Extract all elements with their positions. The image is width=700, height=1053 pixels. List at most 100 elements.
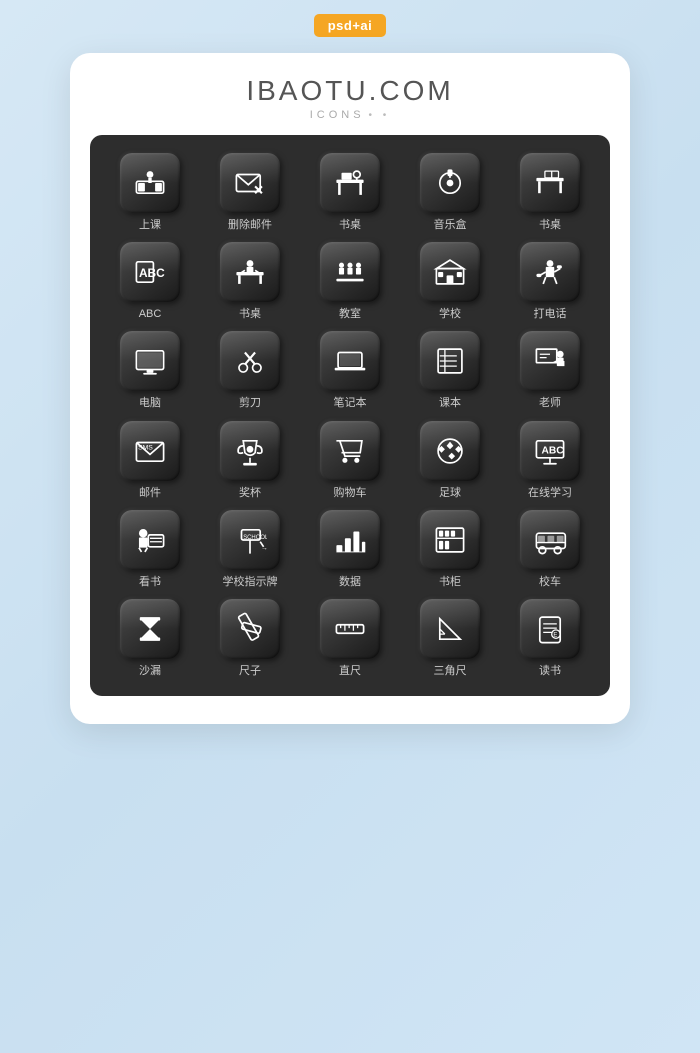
icon-item-desk3[interactable]: 书桌 xyxy=(206,242,294,321)
icon-label-soccer: 足球 xyxy=(439,487,461,500)
icon-box-ebook xyxy=(520,599,580,659)
icon-label-scissors: 剪刀 xyxy=(239,397,261,410)
icon-item-trophy[interactable]: 奖杯 xyxy=(206,421,294,500)
icon-label-sign: 学校指示牌 xyxy=(223,576,278,589)
icon-item-textbook[interactable]: 课本 xyxy=(406,331,494,410)
icon-item-delete-mail[interactable]: 删除邮件 xyxy=(206,153,294,232)
icon-label-desk3: 书桌 xyxy=(239,308,261,321)
phone-icon xyxy=(533,255,567,289)
icon-item-desk2[interactable]: 书桌 xyxy=(506,153,594,232)
icon-item-soccer[interactable]: 足球 xyxy=(406,421,494,500)
icon-item-hourglass[interactable]: 沙漏 xyxy=(106,599,194,678)
icon-box-mail xyxy=(120,421,180,481)
icon-item-classroom2[interactable]: 教室 xyxy=(306,242,394,321)
desk2-icon xyxy=(533,166,567,200)
icon-box-cart xyxy=(320,421,380,481)
icon-box-straightruler xyxy=(320,599,380,659)
icon-item-cart[interactable]: 购物车 xyxy=(306,421,394,500)
soccer-icon xyxy=(433,434,467,468)
reading-icon xyxy=(133,523,167,557)
delete-mail-icon xyxy=(233,166,267,200)
icon-item-ruler[interactable]: 尺子 xyxy=(206,599,294,678)
icon-item-scissors[interactable]: 剪刀 xyxy=(206,331,294,410)
icon-item-computer[interactable]: 电脑 xyxy=(106,331,194,410)
icon-item-school[interactable]: 学校 xyxy=(406,242,494,321)
file-type-badge: psd+ai xyxy=(314,14,387,37)
icon-item-online-study[interactable]: 在线学习 xyxy=(506,421,594,500)
icon-label-mail: 邮件 xyxy=(139,487,161,500)
icon-item-sign[interactable]: 学校指示牌 xyxy=(206,510,294,589)
icon-grid: 上课删除邮件书桌音乐盒书桌ABC书桌教室学校打电话电脑剪刀笔记本课本老师邮件奖杯… xyxy=(90,135,610,696)
icon-item-triangle-ruler[interactable]: 三角尺 xyxy=(406,599,494,678)
icon-label-bus: 校车 xyxy=(539,576,561,589)
icon-box-desk xyxy=(320,153,380,213)
desk3-icon xyxy=(233,255,267,289)
icon-item-abc[interactable]: ABC xyxy=(106,242,194,321)
icon-label-phone: 打电话 xyxy=(534,308,567,321)
icon-item-desk[interactable]: 书桌 xyxy=(306,153,394,232)
icon-box-delete-mail xyxy=(220,153,280,213)
card-subtitle: ICONS xyxy=(310,109,391,121)
school-icon xyxy=(433,255,467,289)
icon-item-data[interactable]: 数据 xyxy=(306,510,394,589)
icon-label-ebook: 读书 xyxy=(539,665,561,678)
scissors-icon xyxy=(233,344,267,378)
icon-box-classroom2 xyxy=(320,242,380,302)
icon-label-textbook: 课本 xyxy=(439,397,461,410)
hourglass-icon xyxy=(133,612,167,646)
icon-box-teacher xyxy=(520,331,580,391)
icon-item-classroom[interactable]: 上课 xyxy=(106,153,194,232)
icon-label-hourglass: 沙漏 xyxy=(139,665,161,678)
ebook-icon xyxy=(533,612,567,646)
icon-row-2: 电脑 剪刀 笔记本 课本 老师 xyxy=(100,331,600,410)
cart-icon xyxy=(333,434,367,468)
icon-item-music-box[interactable]: 音乐盒 xyxy=(406,153,494,232)
icon-box-trophy xyxy=(220,421,280,481)
icon-box-sign xyxy=(220,510,280,570)
desk-icon xyxy=(333,166,367,200)
icon-box-bus xyxy=(520,510,580,570)
main-card: IBAOTU.COM ICONS 上课删除邮件书桌音乐盒书桌ABC书桌教室学校打… xyxy=(70,53,630,724)
icon-item-phone[interactable]: 打电话 xyxy=(506,242,594,321)
trophy-icon xyxy=(233,434,267,468)
icon-box-scissors xyxy=(220,331,280,391)
icon-item-reading[interactable]: 看书 xyxy=(106,510,194,589)
triangle-ruler-icon xyxy=(433,612,467,646)
icon-box-bookshelf xyxy=(420,510,480,570)
icon-label-desk: 书桌 xyxy=(339,219,361,232)
icon-item-mail[interactable]: 邮件 xyxy=(106,421,194,500)
icon-item-bookshelf[interactable]: 书柜 xyxy=(406,510,494,589)
icon-label-teacher: 老师 xyxy=(539,397,561,410)
icon-label-reading: 看书 xyxy=(139,576,161,589)
icon-label-music-box: 音乐盒 xyxy=(434,219,467,232)
icon-item-teacher[interactable]: 老师 xyxy=(506,331,594,410)
icon-label-classroom2: 教室 xyxy=(339,308,361,321)
icon-box-desk2 xyxy=(520,153,580,213)
computer-icon xyxy=(133,344,167,378)
laptop-icon xyxy=(333,344,367,378)
icon-box-hourglass xyxy=(120,599,180,659)
classroom2-icon xyxy=(333,255,367,289)
icon-item-laptop[interactable]: 笔记本 xyxy=(306,331,394,410)
icon-label-ruler: 尺子 xyxy=(239,665,261,678)
bus-icon xyxy=(533,523,567,557)
icon-box-textbook xyxy=(420,331,480,391)
icon-box-abc xyxy=(120,242,180,302)
icon-label-school: 学校 xyxy=(439,308,461,321)
icon-label-laptop: 笔记本 xyxy=(334,397,367,410)
icon-row-3: 邮件 奖杯购物车足球 在线学习 xyxy=(100,421,600,500)
icon-box-computer xyxy=(120,331,180,391)
abc-icon xyxy=(133,255,167,289)
icon-label-straightruler: 直尺 xyxy=(339,665,361,678)
icon-label-computer: 电脑 xyxy=(139,397,161,410)
icon-box-ruler xyxy=(220,599,280,659)
classroom-icon xyxy=(133,166,167,200)
icon-item-straightruler[interactable]: 直尺 xyxy=(306,599,394,678)
bookshelf-icon xyxy=(433,523,467,557)
icon-box-soccer xyxy=(420,421,480,481)
online-study-icon xyxy=(533,434,567,468)
icon-item-bus[interactable]: 校车 xyxy=(506,510,594,589)
icon-label-bookshelf: 书柜 xyxy=(439,576,461,589)
icon-item-ebook[interactable]: 读书 xyxy=(506,599,594,678)
icon-label-delete-mail: 删除邮件 xyxy=(228,219,272,232)
